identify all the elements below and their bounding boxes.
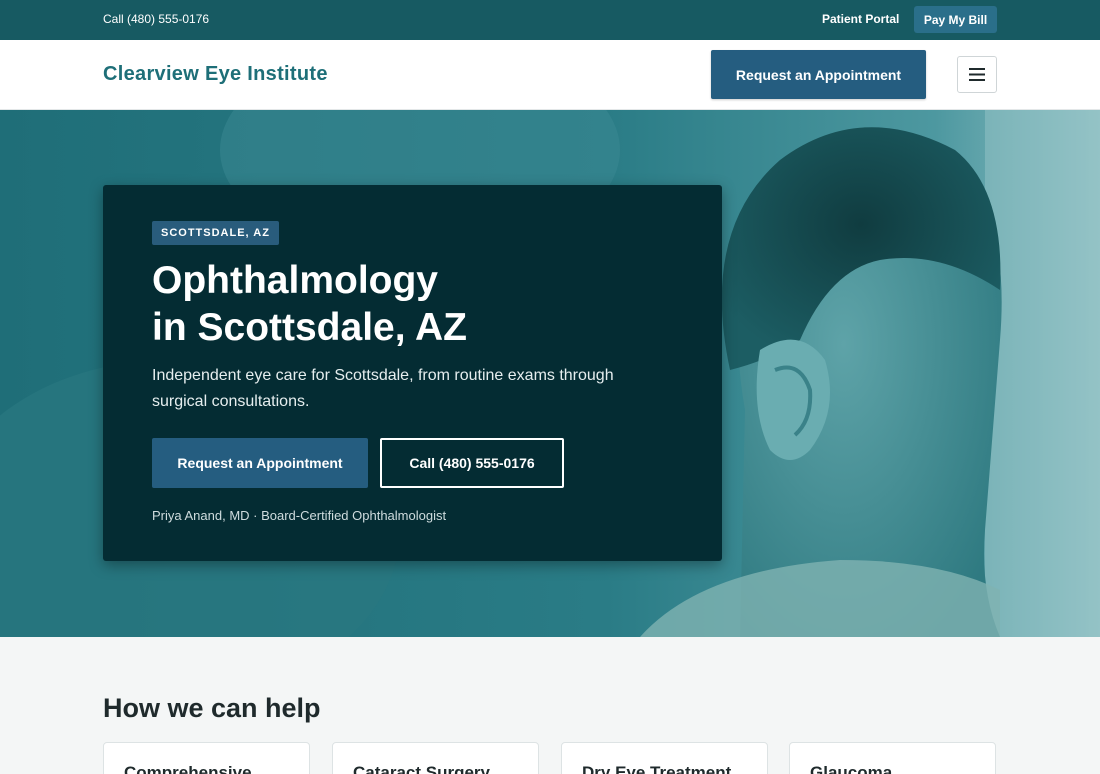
pay-bill-button[interactable]: Pay My Bill [914,6,997,33]
service-card-label: Glaucoma [810,763,893,774]
brand-logo[interactable]: Clearview Eye Institute [103,63,328,86]
service-card-label: Dry Eye Treatment [582,763,732,774]
site-header: Clearview Eye Institute Request an Appoi… [0,40,1100,110]
doctor-credentials: Priya Anand, MD · Board-Certified Ophtha… [152,508,447,523]
location-badge: SCOTTSDALE, AZ [152,221,279,245]
request-appointment-button[interactable]: Request an Appointment [152,438,368,488]
hero-card: SCOTTSDALE, AZ Ophthalmology in Scottsda… [103,185,722,561]
menu-button[interactable] [957,56,997,93]
service-card[interactable]: Glaucoma [789,742,996,774]
hero-section: SCOTTSDALE, AZ Ophthalmology in Scottsda… [0,110,1100,637]
service-card[interactable]: Comprehensive [103,742,310,774]
hero-description: Independent eye care for Scottsdale, fro… [152,367,614,410]
hero-title-line-1: Ophthalmology [152,259,438,302]
patient-portal-link[interactable]: Patient Portal [822,12,899,26]
services-heading: How we can help [103,693,321,723]
hero-title-line-2: in Scottsdale, AZ [152,306,467,349]
hero-title: Ophthalmology in Scottsdale, AZ [152,257,672,351]
service-card-label: Cataract Surgery [353,763,491,774]
service-card-label: Comprehensive [124,763,252,774]
header-request-appointment-button[interactable]: Request an Appointment [711,50,926,99]
utility-bar: Call (480) 555-0176 Patient Portal Pay M… [0,0,1100,40]
service-card[interactable]: Dry Eye Treatment [561,742,768,774]
hamburger-menu-icon [969,68,985,81]
topbar-phone-link[interactable]: Call (480) 555-0176 [103,12,209,26]
call-phone-button[interactable]: Call (480) 555-0176 [380,438,564,488]
service-card[interactable]: Cataract Surgery [332,742,539,774]
